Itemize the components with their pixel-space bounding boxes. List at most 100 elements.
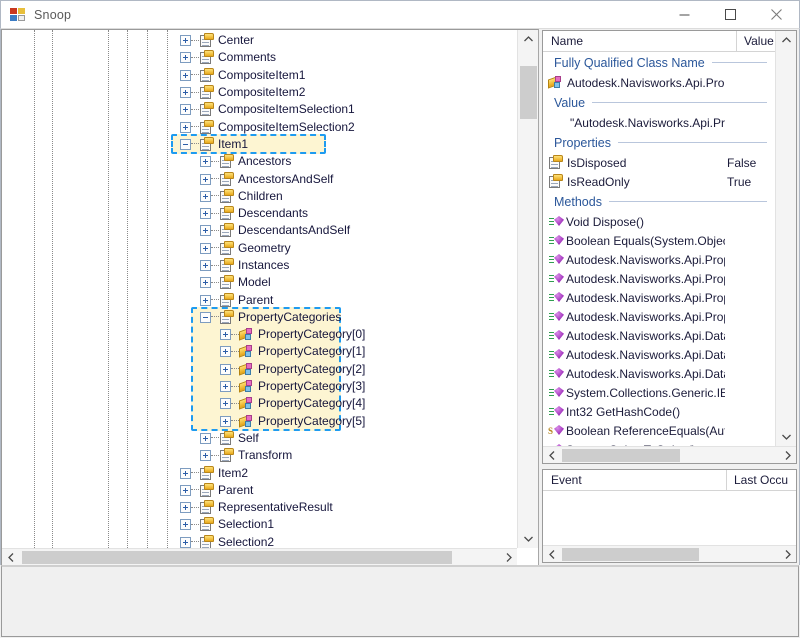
property-row[interactable]: Autodesk.Navisworks.Api.DataProp...: [543, 364, 779, 383]
collapse-icon[interactable]: [180, 139, 191, 150]
expand-icon[interactable]: [180, 537, 191, 548]
scroll-left-icon[interactable]: [2, 549, 19, 565]
expand-icon[interactable]: [200, 295, 211, 306]
tree-row[interactable]: PropertyCategory[0]: [2, 326, 516, 343]
props-scroll-right-icon[interactable]: [779, 447, 796, 463]
events-scroll-right-icon[interactable]: [779, 546, 796, 562]
expand-icon[interactable]: [220, 364, 231, 375]
collapse-icon[interactable]: [200, 312, 211, 323]
events-scroll-left-icon[interactable]: [543, 546, 560, 562]
property-row[interactable]: "Autodesk.Navisworks.Api.Property...: [543, 113, 779, 132]
expand-icon[interactable]: [220, 381, 231, 392]
tree-viewport[interactable]: CenterCommentsCompositeItem1CompositeIte…: [2, 30, 516, 548]
property-row[interactable]: Autodesk.Navisworks.Api.Property...: [543, 250, 779, 269]
expand-icon[interactable]: [200, 450, 211, 461]
tree-row[interactable]: Instances: [2, 257, 516, 274]
expand-icon[interactable]: [200, 208, 211, 219]
tree-row[interactable]: PropertyCategory[3]: [2, 378, 516, 395]
tree-row[interactable]: Parent: [2, 482, 516, 499]
tree-hscroll-thumb[interactable]: [22, 551, 452, 564]
events-hscroll-thumb[interactable]: [562, 548, 699, 561]
expand-icon[interactable]: [200, 225, 211, 236]
property-row[interactable]: Autodesk.Navisworks.Api.DataProp...: [543, 326, 779, 345]
tree-row[interactable]: CompositeItemSelection1: [2, 101, 516, 118]
property-row[interactable]: Boolean Equals(System.Object): [543, 231, 779, 250]
expand-icon[interactable]: [220, 346, 231, 357]
expand-icon[interactable]: [220, 329, 231, 340]
property-row[interactable]: IsDisposedFalse: [543, 153, 779, 172]
tree-horizontal-scrollbar[interactable]: [2, 548, 517, 565]
expand-icon[interactable]: [200, 433, 211, 444]
maximize-button[interactable]: [707, 1, 753, 28]
scroll-up-icon[interactable]: [518, 30, 538, 48]
props-hscroll-thumb[interactable]: [562, 449, 680, 462]
expand-icon[interactable]: [200, 243, 211, 254]
property-row[interactable]: Void Dispose(): [543, 212, 779, 231]
properties-horizontal-scrollbar[interactable]: [543, 446, 796, 463]
property-row[interactable]: IsReadOnlyTrue: [543, 172, 779, 191]
tree-row[interactable]: Children: [2, 188, 516, 205]
property-row[interactable]: Autodesk.Navisworks.Api.Property...: [543, 269, 779, 288]
tree-row[interactable]: PropertyCategory[2]: [2, 361, 516, 378]
expand-icon[interactable]: [180, 104, 191, 115]
tree-row[interactable]: Self: [2, 430, 516, 447]
tree-row[interactable]: Selection2: [2, 534, 516, 548]
expand-icon[interactable]: [180, 35, 191, 46]
tree-row[interactable]: Item2: [2, 464, 516, 481]
scroll-down-icon[interactable]: [518, 530, 538, 548]
tree-row[interactable]: CompositeItem2: [2, 84, 516, 101]
tree-row[interactable]: Model: [2, 274, 516, 291]
expand-icon[interactable]: [200, 174, 211, 185]
tree-row[interactable]: PropertyCategories: [2, 309, 516, 326]
expand-icon[interactable]: [200, 191, 211, 202]
expand-icon[interactable]: [200, 277, 211, 288]
tree-row[interactable]: PropertyCategory[5]: [2, 413, 516, 430]
props-scroll-left-icon[interactable]: [543, 447, 560, 463]
tree-row[interactable]: Selection1: [2, 516, 516, 533]
expand-icon[interactable]: [220, 398, 231, 409]
tree-scroll-thumb[interactable]: [520, 66, 537, 119]
property-row[interactable]: System.Collections.Generic.IEnume...: [543, 383, 779, 402]
expand-icon[interactable]: [200, 156, 211, 167]
tree-row[interactable]: CompositeItem1: [2, 67, 516, 84]
tree-row[interactable]: RepresentativeResult: [2, 499, 516, 516]
column-header-name[interactable]: Name: [543, 34, 736, 48]
expand-icon[interactable]: [180, 485, 191, 496]
tree-row[interactable]: Center: [2, 32, 516, 49]
expand-icon[interactable]: [180, 70, 191, 81]
tree-row[interactable]: Geometry: [2, 240, 516, 257]
tree-row[interactable]: Parent: [2, 291, 516, 308]
expand-icon[interactable]: [220, 416, 231, 427]
column-header-event[interactable]: Event: [543, 473, 726, 487]
expand-icon[interactable]: [180, 502, 191, 513]
properties-vertical-scrollbar[interactable]: [775, 31, 796, 446]
tree-row[interactable]: PropertyCategory[1]: [2, 343, 516, 360]
tree-vertical-scrollbar[interactable]: [517, 30, 538, 548]
expand-icon[interactable]: [180, 122, 191, 133]
property-row[interactable]: Autodesk.Navisworks.Api.Property...: [543, 307, 779, 326]
tree-row[interactable]: Comments: [2, 49, 516, 66]
expand-icon[interactable]: [180, 468, 191, 479]
property-row[interactable]: Autodesk.Navisworks.Api.Property...: [543, 288, 779, 307]
events-horizontal-scrollbar[interactable]: [543, 545, 796, 562]
property-row[interactable]: SBoolean ReferenceEquals(Autodes...: [543, 421, 779, 440]
tree-row[interactable]: Transform: [2, 447, 516, 464]
tree-row[interactable]: DescendantsAndSelf: [2, 222, 516, 239]
tree-row[interactable]: Ancestors: [2, 153, 516, 170]
props-scroll-down-icon[interactable]: [776, 428, 796, 446]
minimize-button[interactable]: [661, 1, 707, 28]
scroll-right-icon[interactable]: [500, 549, 517, 565]
tree-row[interactable]: Item1: [2, 136, 516, 153]
expand-icon[interactable]: [180, 519, 191, 530]
close-button[interactable]: [753, 1, 799, 28]
property-row[interactable]: Int32 GetHashCode(): [543, 402, 779, 421]
expand-icon[interactable]: [200, 260, 211, 271]
tree-row[interactable]: Descendants: [2, 205, 516, 222]
props-scroll-up-icon[interactable]: [776, 31, 796, 49]
property-row[interactable]: Autodesk.Navisworks.Api.DataProp...: [543, 345, 779, 364]
expand-icon[interactable]: [180, 52, 191, 63]
tree-row[interactable]: PropertyCategory[4]: [2, 395, 516, 412]
property-row[interactable]: Autodesk.Navisworks.Api.Property...: [543, 73, 779, 92]
tree-row[interactable]: CompositeItemSelection2: [2, 118, 516, 135]
expand-icon[interactable]: [180, 87, 191, 98]
